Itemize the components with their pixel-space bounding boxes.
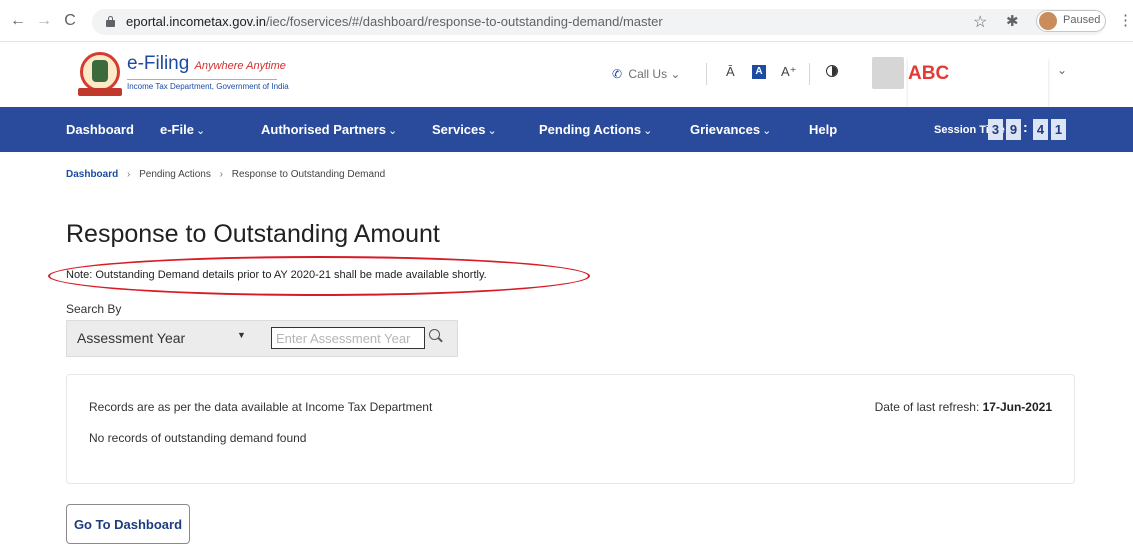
browser-menu-icon[interactable]: ⋮ [1118, 11, 1133, 29]
nav-item-services[interactable]: Services ⌄ [432, 122, 497, 137]
nav-item-grievances[interactable]: Grievances ⌄ [690, 122, 771, 137]
forward-icon[interactable]: → [34, 11, 54, 31]
breadcrumb-pending-actions[interactable]: Pending Actions [139, 169, 211, 180]
extensions-icon[interactable]: ✱ [1006, 12, 1019, 30]
nav-item-e-file[interactable]: e-File ⌄ [160, 122, 205, 137]
chevron-down-icon: ⌄ [487, 125, 497, 137]
breadcrumb-dashboard[interactable]: Dashboard [66, 169, 118, 180]
brand-title[interactable]: e-Filing Anywhere Anytime [127, 53, 286, 75]
search-by-select[interactable]: Assessment Year ▼ [67, 321, 263, 356]
go-to-dashboard-button[interactable]: Go To Dashboard [66, 504, 190, 544]
brand-tagline: Anywhere Anytime [194, 60, 286, 72]
user-menu-chevron-icon[interactable]: ⌄ [1057, 63, 1067, 77]
highlight-annotation [48, 256, 590, 296]
page-title: Response to Outstanding Amount [66, 220, 440, 248]
session-timer-digit: 4 [1033, 119, 1048, 140]
address-bar[interactable]: eportal.incometax.gov.in/iec/foservices/… [92, 9, 1106, 35]
search-by-label: Search By [66, 302, 122, 316]
font-increase-button[interactable]: A⁺ [781, 64, 797, 80]
font-normal-button[interactable]: A [752, 65, 766, 79]
bookmark-star-icon[interactable]: ☆ [973, 12, 987, 32]
font-decrease-button[interactable]: Ā [726, 64, 735, 79]
session-timer-digit: 1 [1051, 119, 1066, 140]
emblem-logo[interactable] [78, 52, 122, 98]
chevron-down-icon: ⌄ [387, 125, 398, 137]
user-name[interactable]: ABC [908, 57, 1048, 107]
empty-state-message: No records of outstanding demand found [89, 431, 307, 445]
url-path: /iec/foservices/#/dashboard/response-to-… [265, 14, 663, 29]
search-by-selected-value: Assessment Year [77, 330, 186, 346]
session-timer-colon: : [1023, 119, 1028, 135]
breadcrumb-current: Response to Outstanding Demand [231, 169, 386, 180]
main-navbar: Dashboard e-File ⌄ Authorised Partners ⌄ S… [0, 107, 1133, 152]
divider [809, 63, 810, 85]
session-timer-digit: 3 [988, 119, 1003, 140]
nav-item-help[interactable]: Help [809, 122, 837, 137]
brand-subtitle: Income Tax Department, Government of Ind… [127, 79, 289, 91]
breadcrumb-separator: › [219, 169, 223, 180]
last-refresh-date: Date of last refresh: 17-Jun-2021 [875, 400, 1052, 414]
nav-item-dashboard[interactable]: Dashboard [66, 122, 134, 137]
chevron-down-icon: ⌄ [195, 125, 206, 137]
user-avatar[interactable] [872, 57, 904, 89]
profile-button[interactable]: Paused [1036, 10, 1106, 32]
nav-item-pending-actions[interactable]: Pending Actions ⌄ [539, 122, 652, 137]
lock-icon [106, 16, 115, 27]
call-us-dropdown[interactable]: ✆ Call Us ⌄ [612, 67, 680, 81]
last-refresh-label: Date of last refresh: [874, 400, 980, 414]
nav-item-authorised-partners[interactable]: Authorised Partners ⌄ [261, 122, 397, 137]
profile-status: Paused [1063, 14, 1101, 26]
breadcrumb-separator: › [127, 169, 131, 180]
chevron-down-icon: ⌄ [762, 125, 772, 137]
caret-down-icon: ▼ [237, 330, 246, 340]
assessment-year-input[interactable] [271, 327, 425, 349]
chevron-down-icon: ⌄ [643, 125, 653, 137]
search-icon[interactable] [429, 329, 443, 345]
breadcrumb: Dashboard › Pending Actions › Response t… [66, 169, 385, 180]
search-group: Assessment Year ▼ [66, 320, 458, 357]
profile-avatar [1039, 12, 1057, 30]
session-timer-digit: 9 [1006, 119, 1021, 140]
site-header: e-Filing Anywhere Anytime Income Tax Dep… [0, 43, 1133, 107]
records-card: Records are as per the data available at… [66, 374, 1075, 484]
call-us-label: Call Us [628, 67, 668, 81]
browser-toolbar: ← → C eportal.incometax.gov.in/iec/foser… [0, 0, 1133, 42]
url-text: eportal.incometax.gov.in/iec/foservices/… [126, 14, 663, 29]
contrast-toggle-icon[interactable] [826, 65, 838, 77]
divider [706, 63, 707, 85]
phone-icon: ✆ [612, 67, 623, 81]
url-host: eportal.incometax.gov.in [126, 14, 266, 29]
chevron-down-icon: ⌄ [670, 67, 681, 81]
back-icon[interactable]: ← [8, 11, 28, 31]
reload-icon[interactable]: C [60, 11, 80, 31]
last-refresh-value: 17-Jun-2021 [982, 400, 1052, 414]
records-source-note: Records are as per the data available at… [89, 400, 433, 414]
brand-name: e-Filing [127, 53, 190, 74]
